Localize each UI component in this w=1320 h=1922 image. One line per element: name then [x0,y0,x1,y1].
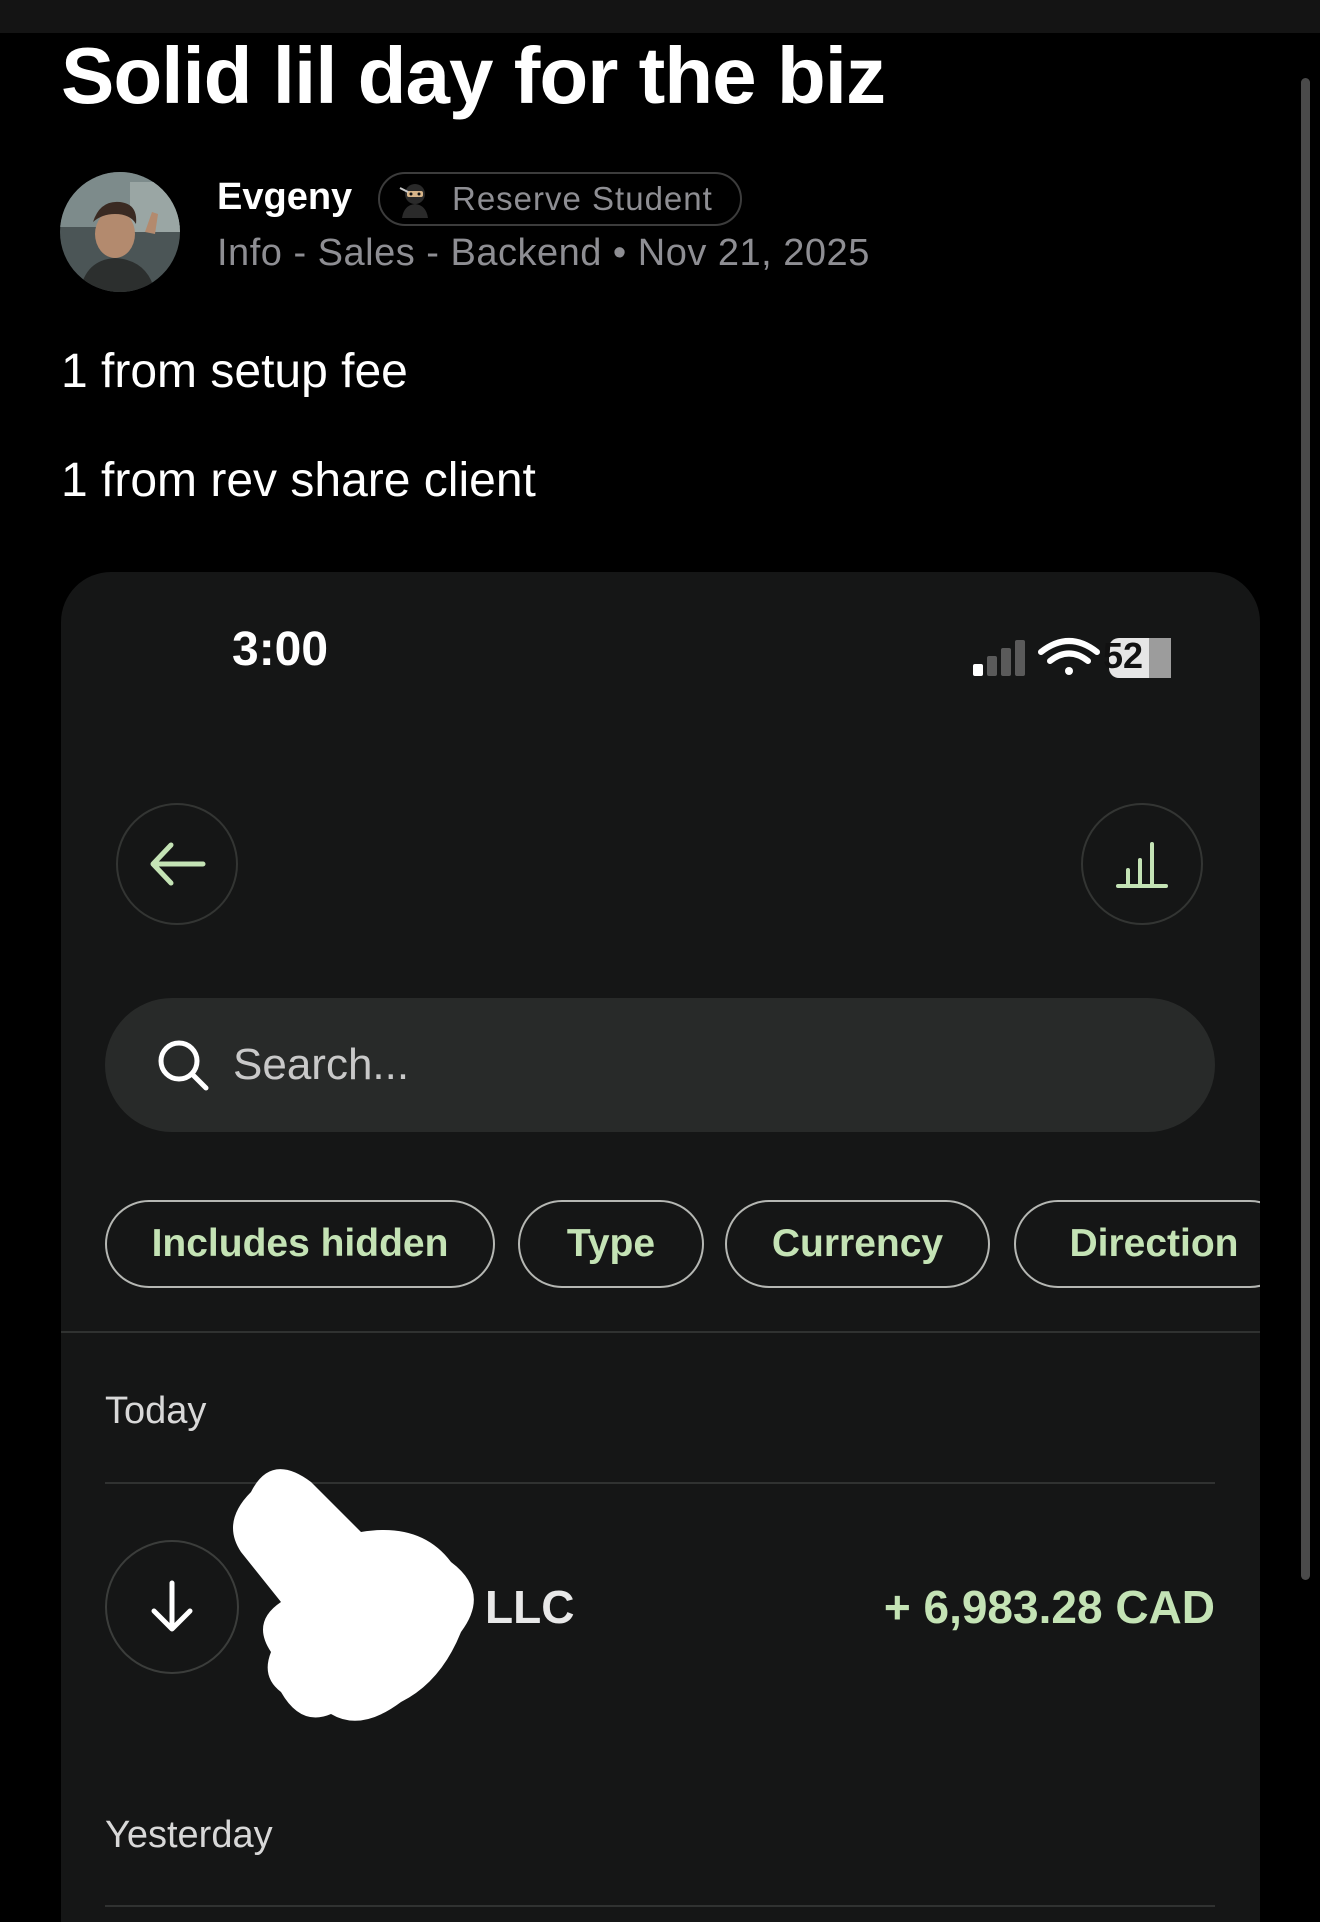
avatar[interactable] [60,172,180,292]
battery-level: 52 [1102,635,1144,676]
search-input[interactable] [233,1040,1133,1090]
signal-icon [973,640,1025,676]
role-badge: Reserve Student [378,172,742,226]
section-header-today: Today [105,1390,207,1432]
author-name[interactable]: Evgeny [217,176,352,219]
post-title: Solid lil day for the biz [61,31,886,120]
search-bar[interactable] [105,998,1215,1132]
bar-chart-icon [1116,842,1168,888]
section-header-yesterday: Yesterday [105,1814,273,1856]
redaction-scribble [233,1469,474,1721]
filter-chip-type[interactable]: Type [518,1200,704,1288]
post-meta: Info - Sales - Backend • Nov 21, 2025 [217,232,870,274]
status-time: 3:00 [232,623,329,676]
filter-chip-currency[interactable]: Currency [725,1200,990,1288]
divider [61,1331,1260,1333]
transaction-amount: + 6,983.28 CAD [883,1581,1215,1633]
post-body-line: 1 from rev share client [61,454,536,507]
attached-screenshot[interactable]: 3:00 52 Search... Includes hidden Type C… [61,572,1260,1922]
scrollbar[interactable] [1301,78,1310,1580]
search-icon [158,1040,209,1091]
stats-button[interactable] [1081,803,1203,925]
filter-chip-direction[interactable]: Direction [1014,1200,1260,1288]
arrow-down-icon [151,1580,193,1632]
ninja-icon [399,184,428,218]
post-body-line: 1 from setup fee [61,345,408,398]
top-bar [0,0,1320,33]
filter-chip-includes-hidden[interactable]: Includes hidden [105,1200,495,1288]
back-button[interactable] [116,803,238,925]
avatar-photo [60,172,180,292]
redaction-scribble [501,1902,1260,1922]
role-badge-label: Reserve Student [452,180,713,217]
arrow-left-icon [150,842,206,886]
